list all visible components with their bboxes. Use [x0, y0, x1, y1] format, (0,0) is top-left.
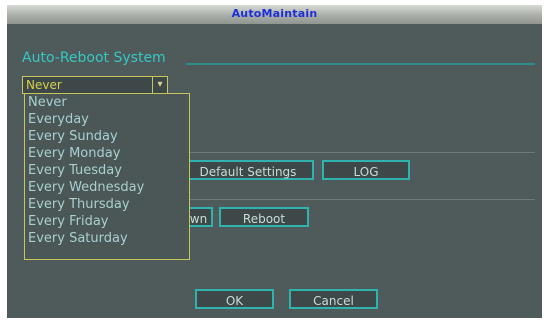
dropdown-option-everyday[interactable]: Everyday — [25, 111, 189, 128]
reboot-button[interactable]: Reboot — [219, 207, 309, 227]
cancel-button[interactable]: Cancel — [289, 289, 378, 309]
title-bar: AutoMaintain — [7, 5, 542, 24]
default-settings-button[interactable]: Default Settings — [182, 160, 314, 180]
automaintain-dialog: AutoMaintain Auto-Reboot System Default … — [7, 5, 542, 318]
dropdown-option-thursday[interactable]: Every Thursday — [25, 196, 189, 213]
dropdown-option-saturday[interactable]: Every Saturday — [25, 230, 189, 247]
dropdown-option-tuesday[interactable]: Every Tuesday — [25, 162, 189, 179]
log-label: LOG — [353, 165, 379, 179]
cancel-label: Cancel — [313, 294, 354, 308]
dropdown-option-wednesday[interactable]: Every Wednesday — [25, 179, 189, 196]
divider-line — [188, 152, 535, 153]
window-title: AutoMaintain — [231, 7, 318, 20]
ok-label: OK — [225, 294, 244, 308]
dropdown-option-never[interactable]: Never — [25, 94, 189, 111]
section-divider — [186, 63, 535, 65]
log-button[interactable]: LOG — [322, 160, 410, 180]
section-title: Auto-Reboot System — [22, 50, 166, 66]
dropdown-option-monday[interactable]: Every Monday — [25, 145, 189, 162]
reboot-schedule-select[interactable]: Never ▾ — [22, 76, 168, 94]
default-settings-label: Default Settings — [199, 165, 297, 179]
reboot-schedule-dropdown: Never Everyday Every Sunday Every Monday… — [24, 93, 190, 260]
reboot-label: Reboot — [242, 212, 286, 226]
dropdown-option-sunday[interactable]: Every Sunday — [25, 128, 189, 145]
ok-button[interactable]: OK — [195, 289, 274, 309]
shutdown-label: wn — [189, 212, 208, 226]
divider-line — [188, 199, 535, 200]
chevron-down-icon[interactable]: ▾ — [152, 77, 167, 93]
select-value: Never — [26, 78, 62, 92]
dropdown-option-friday[interactable]: Every Friday — [25, 213, 189, 230]
